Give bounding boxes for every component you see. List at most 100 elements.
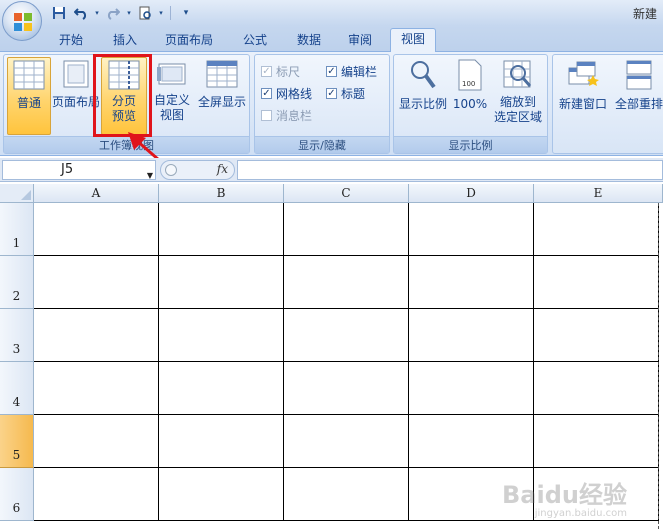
watermark-text: Baidu经验: [502, 481, 627, 509]
chevron-down-icon[interactable]: ▾: [158, 4, 164, 22]
row-header-2[interactable]: 2: [0, 256, 34, 309]
new-window-button[interactable]: 新建窗口: [556, 57, 610, 135]
column-header-b[interactable]: B: [159, 184, 284, 203]
checkmark-icon: ✓: [326, 88, 337, 99]
cell-c6[interactable]: [284, 468, 409, 521]
cell-c5[interactable]: [284, 415, 409, 468]
cell-e1[interactable]: [534, 203, 659, 256]
gridlines-label: 网格线: [276, 87, 313, 101]
full-screen-label: 全屏显示: [197, 95, 246, 109]
formula-input[interactable]: [237, 160, 663, 180]
custom-views-label-2: 视图: [159, 108, 184, 122]
save-icon[interactable]: [50, 4, 68, 22]
cell-d4[interactable]: [409, 362, 534, 415]
row-header-6[interactable]: 6: [0, 468, 34, 521]
cell-a1[interactable]: [34, 203, 159, 256]
tab-page-layout[interactable]: 页面布局: [158, 30, 220, 52]
tab-home[interactable]: 开始: [52, 30, 90, 52]
tab-formulas[interactable]: 公式: [236, 30, 274, 52]
name-box-value: J5: [61, 162, 74, 177]
row-header-5[interactable]: 5: [0, 415, 34, 468]
headings-checkbox[interactable]: ✓ 标题: [326, 85, 365, 102]
message-bar-checkbox[interactable]: 消息栏: [261, 107, 312, 124]
cell-a2[interactable]: [34, 256, 159, 309]
row-number: 5: [12, 448, 21, 462]
headings-label: 标题: [341, 87, 366, 101]
message-bar-label: 消息栏: [276, 109, 313, 123]
cell-c3[interactable]: [284, 309, 409, 362]
full-screen-button[interactable]: 全屏显示: [195, 57, 249, 135]
column-header-e[interactable]: E: [534, 184, 663, 203]
cell-b2[interactable]: [159, 256, 284, 309]
cell-a6[interactable]: [34, 468, 159, 521]
print-preview-icon[interactable]: [136, 4, 154, 22]
expand-handle-icon[interactable]: [165, 164, 177, 176]
page-layout-view-icon: [63, 60, 89, 88]
customize-icon[interactable]: ▾: [177, 4, 195, 22]
cell-c2[interactable]: [284, 256, 409, 309]
tab-insert[interactable]: 插入: [106, 30, 144, 52]
select-all-button[interactable]: [0, 184, 34, 203]
watermark: Baidu经验 jingyan.baidu.com: [502, 475, 627, 519]
svg-text:100: 100: [462, 80, 475, 88]
cell-a3[interactable]: [34, 309, 159, 362]
column-header-d[interactable]: D: [409, 184, 534, 203]
checkbox-empty-icon: [261, 110, 272, 121]
normal-view-button[interactable]: 普通: [7, 57, 51, 135]
arrange-all-label: 全部重排: [614, 97, 663, 111]
cell-a4[interactable]: [34, 362, 159, 415]
insert-function-icon[interactable]: fx: [217, 162, 228, 176]
custom-views-button[interactable]: 自定义 视图: [150, 57, 194, 135]
cell-c1[interactable]: [284, 203, 409, 256]
name-box[interactable]: J5 ▼: [2, 160, 156, 180]
cell-d2[interactable]: [409, 256, 534, 309]
cell-d3[interactable]: [409, 309, 534, 362]
cell-e4[interactable]: [534, 362, 659, 415]
gridlines-checkbox[interactable]: ✓ 网格线: [261, 85, 312, 102]
tab-review[interactable]: 审阅: [341, 30, 379, 52]
tab-data[interactable]: 数据: [290, 30, 328, 52]
cell-e3[interactable]: [534, 309, 659, 362]
column-header-a[interactable]: A: [34, 184, 159, 203]
full-screen-icon: [206, 60, 238, 88]
ruler-checkbox[interactable]: ✓ 标尺: [261, 63, 300, 80]
cell-b5[interactable]: [159, 415, 284, 468]
office-button[interactable]: [2, 1, 42, 41]
formula-controls: fx: [160, 160, 235, 180]
chevron-down-icon[interactable]: ▾: [126, 4, 132, 22]
cell-b4[interactable]: [159, 362, 284, 415]
row-header-4[interactable]: 4: [0, 362, 34, 415]
chevron-down-icon[interactable]: ▼: [147, 167, 153, 185]
tab-view[interactable]: 视图: [390, 28, 436, 53]
cell-c4[interactable]: [284, 362, 409, 415]
zoom-to-selection-label-2: 选定区域: [493, 110, 542, 124]
column-header-c[interactable]: C: [284, 184, 409, 203]
row-number: 1: [12, 236, 21, 250]
row-header-3[interactable]: 3: [0, 309, 34, 362]
cell-b3[interactable]: [159, 309, 284, 362]
cell-b1[interactable]: [159, 203, 284, 256]
redo-icon[interactable]: [104, 4, 122, 22]
chevron-down-icon[interactable]: ▾: [94, 4, 100, 22]
arrange-all-icon: [626, 60, 652, 90]
cell-b6[interactable]: [159, 468, 284, 521]
zoom-to-selection-button[interactable]: 缩放到 选定区域: [491, 57, 545, 135]
page-break-line: [658, 203, 659, 529]
cell-d5[interactable]: [409, 415, 534, 468]
checkmark-icon: ✓: [326, 66, 337, 77]
group-show-hide: ✓ 标尺 ✓ 编辑栏 ✓ 网格线 ✓ 标题 消息栏 显示/隐藏: [254, 54, 390, 154]
normal-view-label: 普通: [16, 96, 41, 110]
zoom-button[interactable]: 显示比例: [397, 57, 449, 135]
arrange-all-button[interactable]: 全部重排: [611, 57, 663, 135]
cell-a5[interactable]: [34, 415, 159, 468]
custom-views-icon: [157, 63, 186, 85]
worksheet-grid: A B C D E 1 2 3 4 5 6 Baidu经验 jingyan.ba…: [0, 184, 663, 529]
row-header-1[interactable]: 1: [0, 203, 34, 256]
cell-d1[interactable]: [409, 203, 534, 256]
cell-e5[interactable]: [534, 415, 659, 468]
cell-e2[interactable]: [534, 256, 659, 309]
zoom-100-button[interactable]: 100 100%: [450, 57, 490, 135]
undo-icon[interactable]: [72, 4, 90, 22]
formula-bar-checkbox[interactable]: ✓ 编辑栏: [326, 63, 377, 80]
normal-view-icon: [13, 60, 45, 90]
